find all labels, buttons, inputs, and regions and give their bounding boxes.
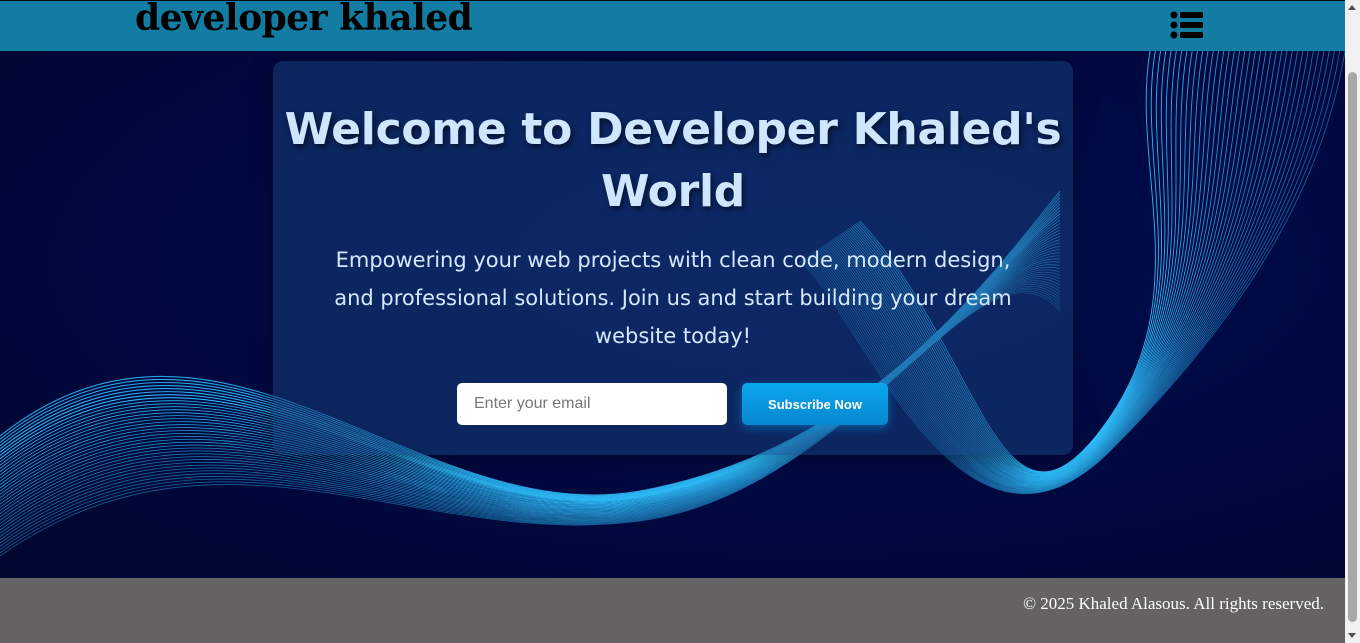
scroll-down-arrow-icon[interactable]	[1348, 633, 1356, 638]
subscribe-button[interactable]: Subscribe Now	[742, 383, 888, 425]
navbar: developer khaled	[0, 0, 1345, 51]
list-icon[interactable]	[1170, 11, 1203, 39]
hero-card: Welcome to Developer Khaled's World Empo…	[273, 61, 1073, 455]
email-input[interactable]	[457, 383, 727, 425]
vertical-scrollbar[interactable]	[1345, 0, 1360, 643]
footer: © 2025 Khaled Alasous. All rights reserv…	[0, 578, 1345, 643]
hero-section: Welcome to Developer Khaled's World Empo…	[0, 51, 1345, 578]
brand-logo[interactable]: developer khaled	[135, 0, 473, 39]
scroll-up-arrow-icon[interactable]	[1348, 5, 1356, 10]
scroll-thumb[interactable]	[1348, 72, 1357, 622]
hero-description: Empowering your web projects with clean …	[334, 248, 1012, 348]
hero-title: Welcome to Developer Khaled's World	[284, 104, 1062, 217]
page: developer khaled Welcome to Developer Kh…	[0, 0, 1345, 643]
copyright-text: © 2025 Khaled Alasous. All rights reserv…	[1023, 594, 1324, 613]
